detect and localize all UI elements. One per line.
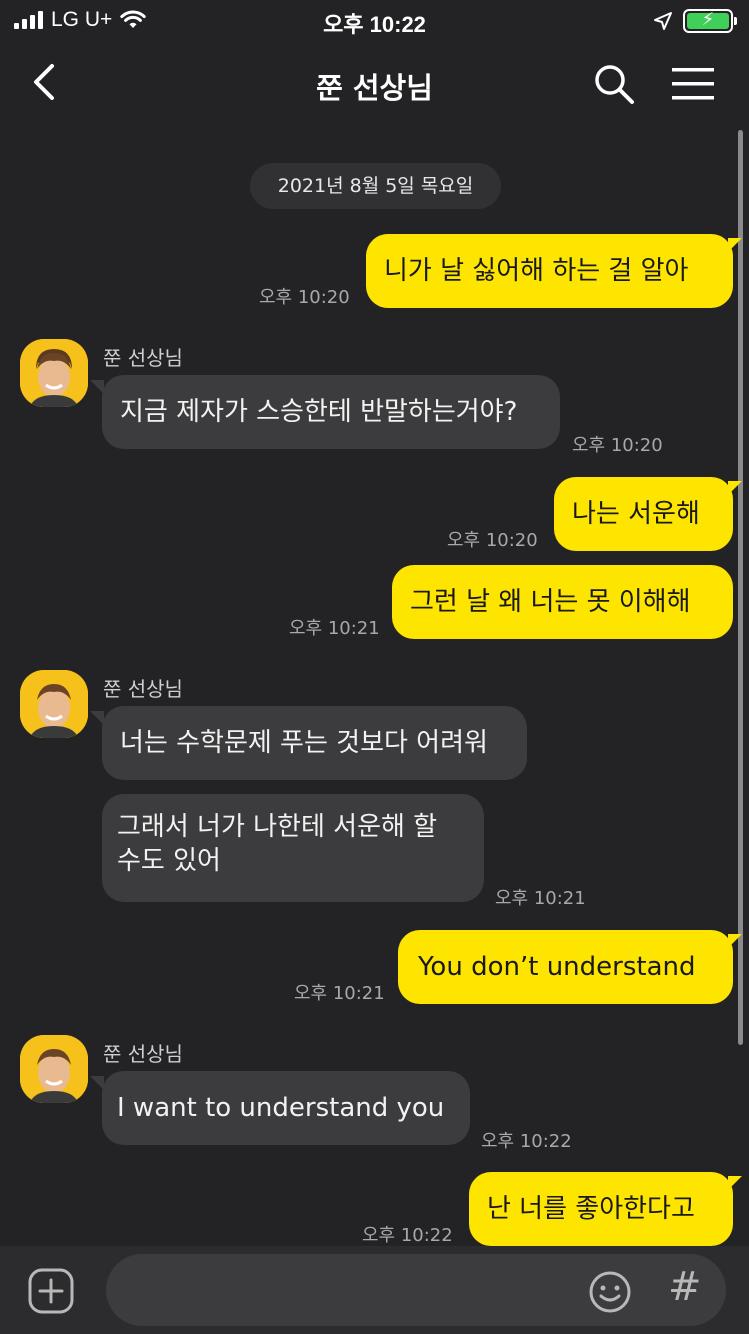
my-message-bubble[interactable]: 그런 날 왜 너는 못 이해해 [392, 565, 733, 639]
bubble-tail [728, 1176, 742, 1190]
message-time: 오후 10:21 [294, 983, 385, 1004]
avatar-image [20, 1035, 88, 1103]
other-message-bubble[interactable]: I want to understand you [102, 1071, 470, 1145]
avatar[interactable] [20, 1035, 88, 1103]
message-text: 그런 날 왜 너는 못 이해해 [410, 587, 691, 617]
message-text: 나는 서운해 [572, 499, 700, 529]
chat-header: 쭌 선상님 [0, 44, 749, 124]
avatar[interactable] [20, 339, 88, 407]
bubble-tail [90, 1076, 104, 1090]
message-text: 니가 날 싫어해 하는 걸 알아 [384, 256, 689, 286]
message-input[interactable] [106, 1254, 726, 1326]
my-message-bubble[interactable]: You don’t understand [398, 930, 733, 1004]
location-arrow-icon [654, 12, 672, 30]
other-message-bubble[interactable]: 너는 수학문제 푸는 것보다 어려워 [102, 706, 527, 780]
message-time: 오후 10:20 [259, 287, 350, 308]
bubble-tail [90, 380, 104, 394]
status-bar: LG U+ 오후 10:22 ⚡ [0, 0, 749, 44]
other-message-bubble[interactable]: 지금 제자가 스승한테 반말하는거야? [102, 375, 560, 449]
message-text-line: 수도 있어 [117, 846, 221, 876]
message-text: 지금 제자가 스승한테 반말하는거야? [120, 397, 518, 427]
avatar-image [20, 670, 88, 738]
chat-title: 쭌 선상님 [316, 71, 433, 105]
message-time: 오후 10:22 [481, 1131, 572, 1152]
hash-icon[interactable]: # [668, 1264, 702, 1310]
my-message-bubble[interactable]: 나는 서운해 [554, 477, 733, 551]
scrollbar[interactable] [738, 130, 743, 1045]
avatar-image [20, 339, 88, 407]
sender-name: 쭌 선상님 [103, 677, 183, 701]
my-message-bubble[interactable]: 난 너를 좋아한다고 [469, 1172, 733, 1246]
bubble-tail [728, 934, 742, 948]
message-text: I want to understand you [117, 1093, 445, 1123]
sender-name: 쭌 선상님 [103, 1042, 183, 1066]
message-time: 오후 10:20 [572, 435, 663, 456]
bubble-tail [728, 481, 742, 495]
message-text-line: 그래서 너가 나한테 서운해 할 [117, 812, 438, 842]
menu-icon[interactable] [670, 64, 718, 104]
bubble-tail [728, 238, 742, 252]
other-message-bubble[interactable]: 그래서 너가 나한테 서운해 할 수도 있어 [102, 794, 484, 902]
battery-charging-icon: ⚡ [683, 9, 737, 33]
message-time: 오후 10:21 [289, 618, 380, 639]
date-divider: 2021년 8월 5일 목요일 [250, 163, 501, 209]
sender-name: 쭌 선상님 [103, 346, 183, 370]
avatar[interactable] [20, 670, 88, 738]
emoji-icon[interactable] [588, 1270, 632, 1314]
my-message-bubble[interactable]: 니가 날 싫어해 하는 걸 알아 [366, 234, 733, 308]
plus-icon[interactable] [28, 1268, 74, 1314]
message-time: 오후 10:22 [362, 1225, 453, 1246]
message-text: 난 너를 좋아한다고 [487, 1194, 695, 1224]
input-bar: # [0, 1246, 749, 1334]
message-time: 오후 10:21 [495, 888, 586, 909]
message-text: 너는 수학문제 푸는 것보다 어려워 [120, 728, 488, 758]
status-right: ⚡ [653, 9, 737, 33]
message-time: 오후 10:20 [447, 530, 538, 551]
search-icon[interactable] [592, 62, 636, 106]
message-text: You don’t understand [418, 952, 696, 982]
status-time: 오후 10:22 [323, 12, 426, 37]
bubble-tail [90, 711, 104, 725]
